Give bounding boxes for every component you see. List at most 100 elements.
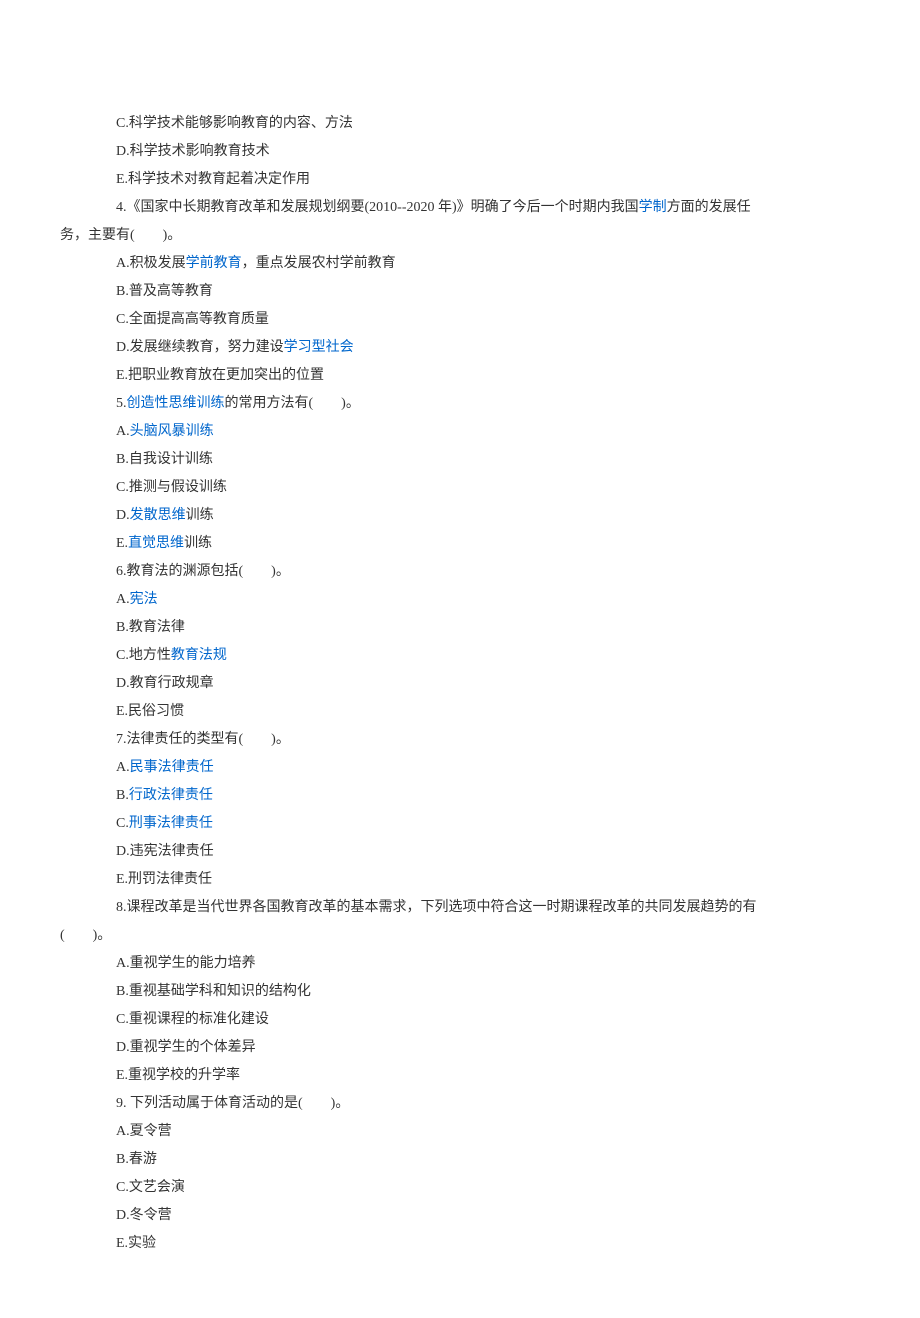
text-span: E.把职业教育放在更加突出的位置 [116, 368, 324, 383]
text-span: 5. [116, 396, 127, 411]
text-span: D. [116, 508, 130, 523]
text-span: 8.课程改革是当代世界各国教育改革的基本需求，下列选项中符合这一时期课程改革的共… [116, 900, 757, 915]
text-line: D.发展继续教育，努力建设学习型社会 [60, 334, 860, 362]
text-line: 8.课程改革是当代世界各国教育改革的基本需求，下列选项中符合这一时期课程改革的共… [60, 894, 860, 922]
text-line: C.地方性教育法规 [60, 642, 860, 670]
text-span: 的常用方法有( )。 [225, 396, 360, 411]
text-line: D.科学技术影响教育技术 [60, 138, 860, 166]
text-line: 务，主要有( )。 [60, 222, 860, 250]
text-line: E.刑罚法律责任 [60, 866, 860, 894]
hyperlink[interactable]: 学制 [639, 200, 667, 215]
text-line: ( )。 [60, 922, 860, 950]
text-span: A.积极发展 [116, 256, 186, 271]
hyperlink[interactable]: 直觉思维 [128, 536, 184, 551]
text-line: A.宪法 [60, 586, 860, 614]
text-line: A.夏令营 [60, 1118, 860, 1146]
hyperlink[interactable]: 创造性思维训练 [127, 396, 225, 411]
text-span: C. [116, 816, 129, 831]
text-span: E.刑罚法律责任 [116, 872, 212, 887]
text-span: E.民俗习惯 [116, 704, 184, 719]
text-span: 7.法律责任的类型有( )。 [116, 732, 290, 747]
text-span: E.重视学校的升学率 [116, 1068, 240, 1083]
hyperlink[interactable]: 发散思维 [130, 508, 186, 523]
text-line: A.民事法律责任 [60, 754, 860, 782]
text-line: B.教育法律 [60, 614, 860, 642]
hyperlink[interactable]: 行政法律责任 [129, 788, 213, 803]
text-span: C.推测与假设训练 [116, 480, 227, 495]
text-line: B.自我设计训练 [60, 446, 860, 474]
text-line: C.重视课程的标准化建设 [60, 1006, 860, 1034]
text-line: C.文艺会演 [60, 1174, 860, 1202]
text-line: 6.教育法的渊源包括( )。 [60, 558, 860, 586]
text-line: 4.《国家中长期教育改革和发展规划纲要(2010--2020 年)》明确了今后一… [60, 194, 860, 222]
text-span: 务，主要有( )。 [60, 228, 181, 243]
text-line: A.重视学生的能力培养 [60, 950, 860, 978]
text-line: C.科学技术能够影响教育的内容、方法 [60, 110, 860, 138]
text-span: A. [116, 592, 130, 607]
text-line: C.刑事法律责任 [60, 810, 860, 838]
text-span: ，重点发展农村学前教育 [242, 256, 396, 271]
text-span: 9. 下列活动属于体育活动的是( )。 [116, 1096, 349, 1111]
text-span: 训练 [184, 536, 212, 551]
text-span: ( )。 [60, 928, 111, 943]
hyperlink[interactable]: 民事法律责任 [130, 760, 214, 775]
text-line: B.重视基础学科和知识的结构化 [60, 978, 860, 1006]
text-span: D.冬令营 [116, 1208, 172, 1223]
text-span: B.重视基础学科和知识的结构化 [116, 984, 311, 999]
text-span: A.夏令营 [116, 1124, 172, 1139]
text-span: A. [116, 760, 130, 775]
text-line: E.直觉思维训练 [60, 530, 860, 558]
text-line: C.全面提高高等教育质量 [60, 306, 860, 334]
text-line: B.春游 [60, 1146, 860, 1174]
text-span: B.自我设计训练 [116, 452, 213, 467]
text-line: C.推测与假设训练 [60, 474, 860, 502]
text-line: B.普及高等教育 [60, 278, 860, 306]
text-line: 9. 下列活动属于体育活动的是( )。 [60, 1090, 860, 1118]
text-span: C.文艺会演 [116, 1180, 185, 1195]
text-span: B.春游 [116, 1152, 157, 1167]
text-line: D.违宪法律责任 [60, 838, 860, 866]
text-line: D.重视学生的个体差异 [60, 1034, 860, 1062]
text-span: C.地方性 [116, 648, 171, 663]
text-span: 4.《国家中长期教育改革和发展规划纲要(2010--2020 年)》明确了今后一… [116, 200, 639, 215]
text-span: A. [116, 424, 130, 439]
text-span: D.重视学生的个体差异 [116, 1040, 256, 1055]
text-span: A.重视学生的能力培养 [116, 956, 256, 971]
text-span: 方面的发展任 [667, 200, 751, 215]
text-line: E.重视学校的升学率 [60, 1062, 860, 1090]
document-page: C.科学技术能够影响教育的内容、方法 D.科学技术影响教育技术 E.科学技术对教育起… [0, 0, 920, 1318]
hyperlink[interactable]: 头脑风暴训练 [130, 424, 214, 439]
text-line: E.把职业教育放在更加突出的位置 [60, 362, 860, 390]
text-span: 训练 [186, 508, 214, 523]
text-span: D.教育行政规章 [116, 676, 214, 691]
text-span: E.实验 [116, 1236, 156, 1251]
text-span: D.发展继续教育，努力建设 [116, 340, 284, 355]
text-line: E.科学技术对教育起着决定作用 [60, 166, 860, 194]
text-span: B. [116, 788, 129, 803]
text-span: E. [116, 536, 128, 551]
text-span: E.科学技术对教育起着决定作用 [116, 172, 310, 187]
text-span: 6.教育法的渊源包括( )。 [116, 564, 290, 579]
text-line: B.行政法律责任 [60, 782, 860, 810]
hyperlink[interactable]: 教育法规 [171, 648, 227, 663]
text-span: C.科学技术能够影响教育的内容、方法 [116, 116, 353, 131]
hyperlink[interactable]: 学前教育 [186, 256, 242, 271]
text-span: B.普及高等教育 [116, 284, 213, 299]
text-line: E.实验 [60, 1230, 860, 1258]
text-span: D.违宪法律责任 [116, 844, 214, 859]
text-line: E.民俗习惯 [60, 698, 860, 726]
text-span: C.重视课程的标准化建设 [116, 1012, 269, 1027]
text-span: D.科学技术影响教育技术 [116, 144, 270, 159]
text-line: D.发散思维训练 [60, 502, 860, 530]
text-line: 7.法律责任的类型有( )。 [60, 726, 860, 754]
text-span: B.教育法律 [116, 620, 185, 635]
hyperlink[interactable]: 宪法 [130, 592, 158, 607]
text-line: 5.创造性思维训练的常用方法有( )。 [60, 390, 860, 418]
text-line: D.冬令营 [60, 1202, 860, 1230]
hyperlink[interactable]: 刑事法律责任 [129, 816, 213, 831]
text-span: C.全面提高高等教育质量 [116, 312, 269, 327]
hyperlink[interactable]: 学习型社会 [284, 340, 354, 355]
text-line: A.头脑风暴训练 [60, 418, 860, 446]
text-line: D.教育行政规章 [60, 670, 860, 698]
text-line: A.积极发展学前教育，重点发展农村学前教育 [60, 250, 860, 278]
